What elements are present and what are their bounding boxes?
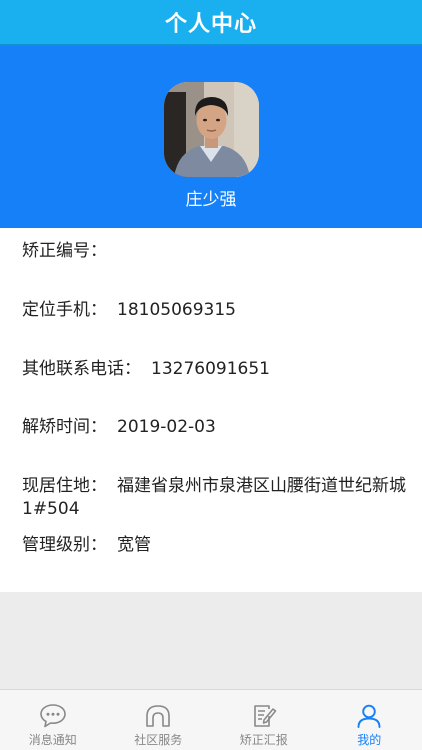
- info-row-release-date: 解矫时间： 2019-02-03: [22, 416, 407, 439]
- info-row-correction-id: 矫正编号：: [22, 240, 407, 263]
- tab-label: 社区服务: [134, 733, 183, 747]
- title-bar: 个人中心: [0, 0, 422, 46]
- info-value: 宽管: [117, 535, 151, 555]
- profile-header: 庄少强: [0, 46, 422, 228]
- tab-report[interactable]: 矫正汇报: [211, 690, 317, 750]
- info-row-address: 现居住地： 福建省泉州市泉港区山腰街道世纪新城1#504: [22, 475, 407, 521]
- tab-label: 消息通知: [28, 733, 77, 747]
- info-card: 矫正编号： 定位手机： 18105069315 其他联系电话： 1327609165…: [0, 228, 422, 592]
- user-name: 庄少强: [185, 190, 237, 210]
- info-value: 18105069315: [117, 300, 236, 320]
- info-value: 13276091651: [151, 359, 270, 379]
- info-label: 解矫时间：: [22, 417, 107, 437]
- info-label: 现居住地：: [22, 476, 107, 496]
- info-label: 管理级别：: [22, 535, 107, 555]
- tab-label: 矫正汇报: [239, 733, 288, 747]
- avatar-photo: [164, 82, 259, 177]
- info-row-management-level: 管理级别： 宽管: [22, 534, 407, 557]
- info-row-location-phone: 定位手机： 18105069315: [22, 299, 407, 322]
- info-row-other-phone: 其他联系电话： 13276091651: [22, 358, 407, 381]
- tab-mine[interactable]: 我的: [317, 690, 422, 750]
- user-icon: [357, 704, 381, 728]
- bottom-tab-bar: 消息通知 社区服务 矫正汇报 我的: [0, 689, 422, 750]
- info-label: 定位手机：: [22, 300, 107, 320]
- info-value: 2019-02-03: [117, 417, 216, 437]
- tab-community[interactable]: 社区服务: [106, 690, 212, 750]
- info-label: 矫正编号：: [22, 241, 107, 261]
- info-label: 其他联系电话：: [22, 359, 141, 379]
- report-icon: [253, 705, 276, 727]
- tab-label: 我的: [357, 733, 382, 747]
- message-icon: [39, 704, 66, 728]
- page-title: 个人中心: [164, 12, 257, 37]
- tab-messages[interactable]: 消息通知: [0, 690, 106, 750]
- community-icon: [146, 705, 171, 727]
- avatar[interactable]: [164, 82, 259, 177]
